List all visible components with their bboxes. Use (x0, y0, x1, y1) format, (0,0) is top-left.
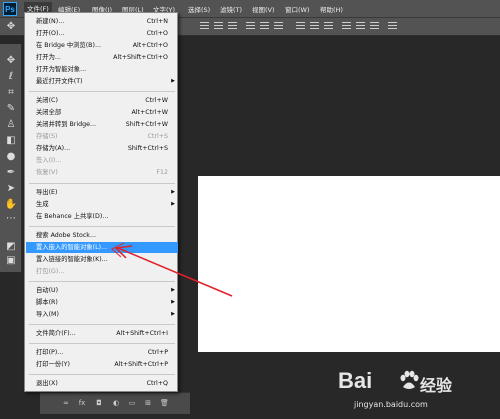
watermark-url: jingyan.baidu.com (354, 400, 428, 409)
watermark-brand: Bai (338, 368, 373, 393)
watermark-brand-suffix: 经验 (420, 376, 453, 395)
annotation-arrow-icon (110, 242, 233, 297)
baidu-paw-icon (400, 370, 419, 389)
baidu-jingyan-watermark: Bai 经验 jingyan.baidu.com (328, 368, 498, 416)
